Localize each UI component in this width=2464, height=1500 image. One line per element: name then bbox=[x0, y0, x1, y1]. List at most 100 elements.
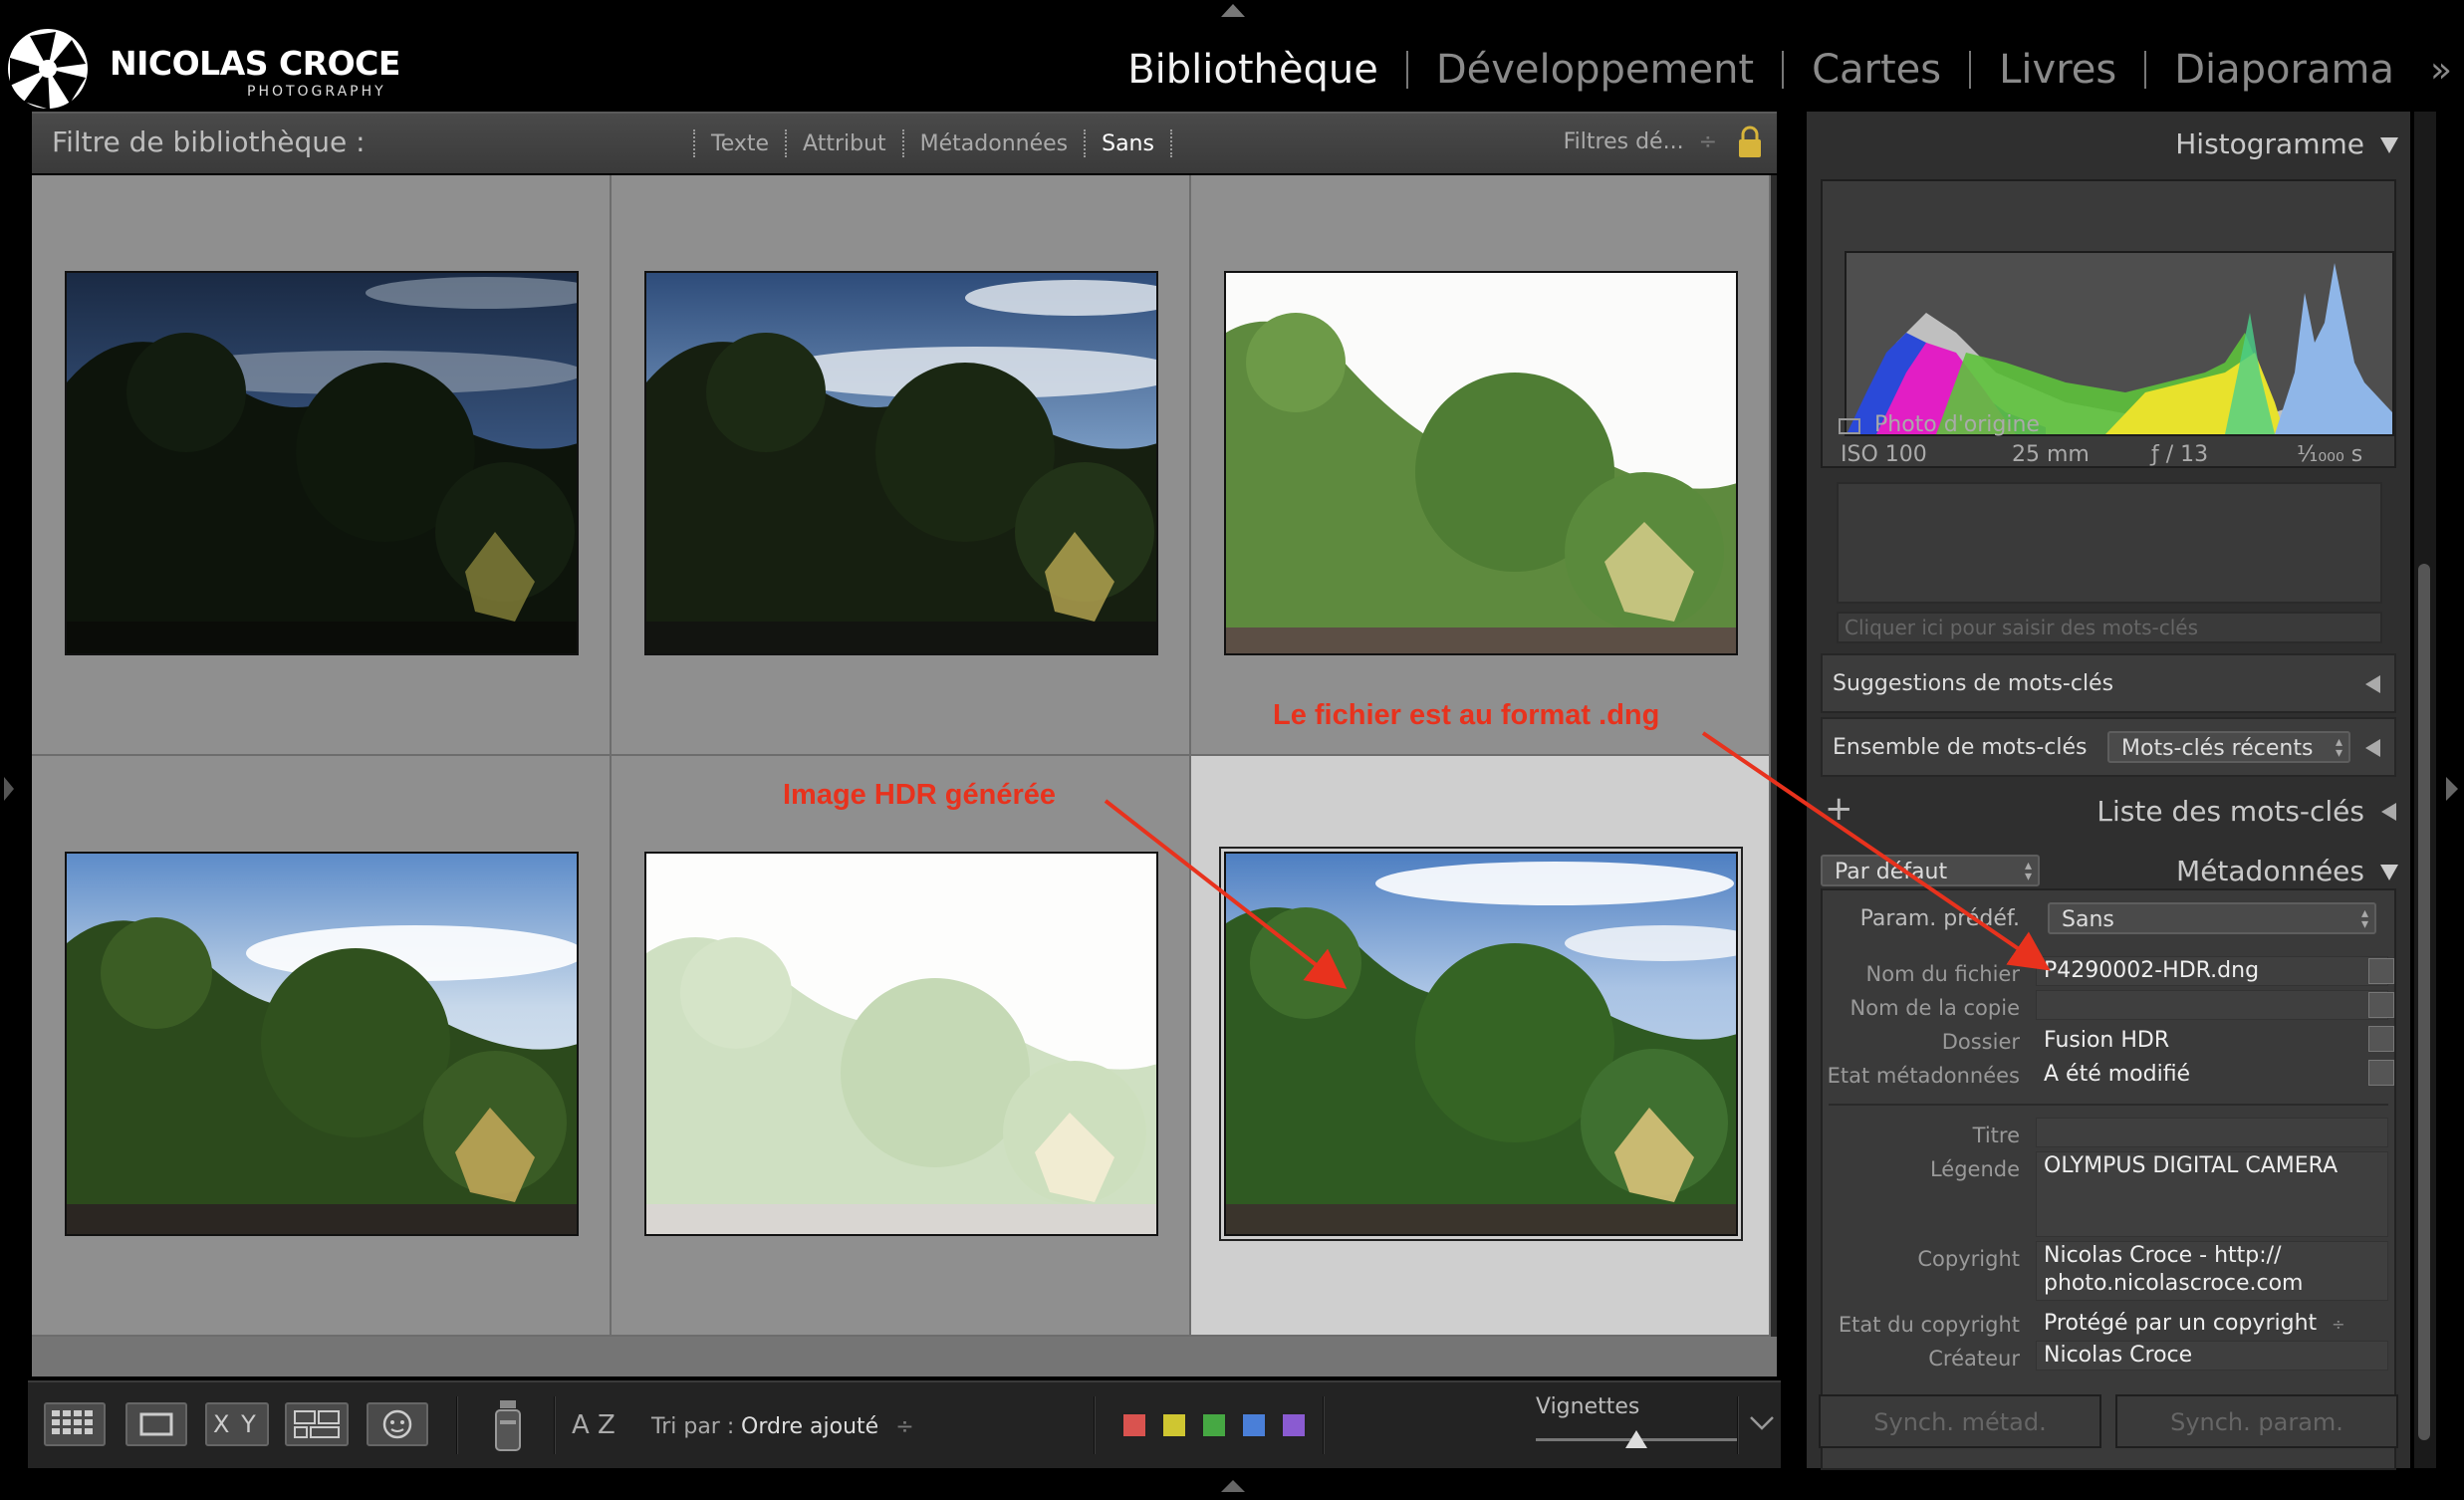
keyword-set-select[interactable]: Mots-clés récents ▴ ▾ bbox=[2107, 731, 2350, 763]
expand-triangle-icon[interactable] bbox=[2365, 675, 2380, 693]
module-library[interactable]: Bibliothèque bbox=[1100, 47, 1406, 93]
expand-triangle-icon[interactable] bbox=[2381, 803, 2396, 821]
copy-name-arrow-icon[interactable] bbox=[2368, 992, 2394, 1018]
photo-thumbnail-hdr[interactable] bbox=[1221, 849, 1741, 1239]
sort-direction-icon[interactable]: A Z bbox=[572, 1410, 616, 1440]
color-label-red[interactable] bbox=[1121, 1412, 1147, 1438]
panel-toggle-top-icon[interactable] bbox=[1221, 4, 1245, 17]
filename-rename-icon[interactable] bbox=[2368, 958, 2394, 984]
copyright-value-line2: photo.nicolascroce.com bbox=[2044, 1271, 2304, 1296]
grid-cell[interactable] bbox=[1191, 175, 1771, 756]
left-panel-toggle-icon[interactable] bbox=[4, 777, 14, 801]
copyright-value-line1: Nicolas Croce - http:// bbox=[2044, 1243, 2282, 1268]
filename-label: Nom du fichier bbox=[1865, 962, 2020, 986]
sort-arrows: ÷ bbox=[895, 1414, 914, 1439]
folder-label: Dossier bbox=[1941, 1030, 2020, 1054]
sync-settings-label: Synch. param. bbox=[2170, 1408, 2343, 1436]
metadata-preset-select[interactable]: Sans ▴ ▾ bbox=[2048, 902, 2376, 934]
folder-value: Fusion HDR bbox=[2044, 1028, 2170, 1053]
right-panel-scrollbar-thumb[interactable] bbox=[2418, 564, 2430, 1440]
metadata-title: Métadonnées bbox=[2176, 855, 2364, 887]
grid-cell[interactable] bbox=[612, 756, 1191, 1337]
grid-cell[interactable] bbox=[32, 175, 612, 756]
metadata-status-icon[interactable] bbox=[2368, 1060, 2394, 1086]
photo-thumbnail[interactable] bbox=[644, 271, 1158, 655]
sync-metadata-label: Synch. métad. bbox=[1873, 1408, 2047, 1436]
add-keyword-icon[interactable]: + bbox=[1825, 789, 1853, 829]
select-arrows-icon: ÷ bbox=[2332, 1315, 2345, 1334]
module-map[interactable]: Cartes bbox=[1784, 47, 1969, 93]
keyword-list-header[interactable]: + Liste des mots-clés bbox=[1807, 783, 2410, 841]
filter-text[interactable]: Texte bbox=[711, 131, 769, 156]
folder-goto-icon[interactable] bbox=[2368, 1026, 2394, 1052]
annotation-hdr-image: Image HDR générée bbox=[783, 779, 1056, 811]
color-label-blue[interactable] bbox=[1241, 1412, 1267, 1438]
grid-view-button[interactable] bbox=[44, 1402, 106, 1446]
filter-none[interactable]: Sans bbox=[1102, 131, 1154, 156]
copy-name-field[interactable] bbox=[2036, 990, 2388, 1020]
survey-view-button[interactable] bbox=[285, 1402, 349, 1446]
module-develop[interactable]: Développement bbox=[1408, 47, 1782, 93]
module-picker: Bibliothèque Développement Cartes Livres… bbox=[1100, 40, 2464, 100]
brand-subtitle: PHOTOGRAPHY bbox=[247, 84, 386, 100]
loupe-view-button[interactable] bbox=[125, 1402, 187, 1446]
title-field[interactable] bbox=[2036, 1118, 2388, 1147]
face-icon bbox=[382, 1409, 412, 1439]
expand-triangle-icon[interactable] bbox=[2365, 739, 2380, 757]
histogram-curves bbox=[1847, 263, 2392, 434]
right-panel-toggle-icon[interactable] bbox=[2446, 777, 2458, 801]
keyword-suggestions-header[interactable]: Suggestions de mots-clés bbox=[1821, 653, 2396, 713]
photo-thumbnail[interactable] bbox=[65, 852, 579, 1236]
keyword-set-value: Mots-clés récents bbox=[2121, 736, 2314, 761]
filter-attribute[interactable]: Attribut bbox=[803, 131, 886, 156]
color-label-purple[interactable] bbox=[1281, 1412, 1307, 1438]
people-view-button[interactable] bbox=[367, 1402, 428, 1446]
metadata-status-value: A été modifié bbox=[2044, 1062, 2191, 1087]
metadata-preset-label: Param. prédéf. bbox=[1859, 906, 2020, 931]
collapse-triangle-icon[interactable] bbox=[2380, 137, 2398, 153]
original-photo-checkbox[interactable] bbox=[1839, 418, 1860, 434]
toolbar-menu-chevron-icon[interactable] bbox=[1749, 1414, 1775, 1432]
select-arrows-icon: ▴ ▾ bbox=[2024, 858, 2032, 884]
lock-icon[interactable] bbox=[1737, 125, 1763, 159]
grid-cell[interactable] bbox=[612, 175, 1191, 756]
filter-metadata[interactable]: Métadonnées bbox=[920, 131, 1068, 156]
grid-scrollbar[interactable] bbox=[1771, 175, 1777, 1337]
grid-cell[interactable] bbox=[32, 756, 612, 1337]
sort-value: Ordre ajouté bbox=[741, 1414, 879, 1439]
copyright-status-select[interactable]: Protégé par un copyright ÷ bbox=[2044, 1311, 2345, 1336]
photo-tree-hdr bbox=[1226, 854, 1736, 1234]
module-slideshow[interactable]: Diaporama bbox=[2146, 47, 2422, 93]
filter-preset-value: Filtres dé... bbox=[1563, 129, 1684, 154]
sync-settings-button[interactable]: Synch. param. bbox=[2115, 1394, 2398, 1448]
toolbar-separator bbox=[1737, 1396, 1739, 1454]
sync-metadata-button[interactable]: Synch. métad. bbox=[1819, 1394, 2101, 1448]
spray-can-icon[interactable] bbox=[488, 1396, 528, 1456]
color-label-yellow[interactable] bbox=[1161, 1412, 1187, 1438]
toolbar-separator bbox=[456, 1396, 458, 1454]
module-book[interactable]: Livres bbox=[1971, 47, 2144, 93]
photo-thumbnail[interactable] bbox=[644, 852, 1158, 1236]
histogram-panel: ISO 100 25 mm ƒ / 13 ¹⁄₁₀₀₀ s Photo d'or… bbox=[1821, 179, 2396, 468]
panel-toggle-bottom-icon[interactable] bbox=[1221, 1480, 1245, 1492]
collapse-triangle-icon[interactable] bbox=[2380, 865, 2398, 880]
metadata-view-select[interactable]: Par défaut ▴ ▾ bbox=[1821, 855, 2040, 886]
toolbar-separator bbox=[1094, 1396, 1096, 1454]
filter-preset-select[interactable]: Filtres dé... ÷ bbox=[1564, 129, 1717, 154]
grid-cell-selected[interactable] bbox=[1191, 756, 1771, 1337]
library-filter-bar: Filtre de bibliothèque : Texte Attribut … bbox=[32, 112, 1777, 173]
compare-view-label: X Y bbox=[213, 1410, 258, 1438]
more-modules-icon[interactable]: » bbox=[2422, 50, 2464, 91]
creator-value: Nicolas Croce bbox=[2044, 1343, 2193, 1368]
histogram-header[interactable]: Histogramme bbox=[1807, 116, 2410, 173]
keyword-entry-input[interactable]: Cliquer ici pour saisir des mots-clés bbox=[1837, 612, 2382, 643]
metadata-panel: Param. prédéf. Sans ▴ ▾ Nom du fichier P4… bbox=[1821, 888, 2396, 1470]
photo-thumbnail[interactable] bbox=[65, 271, 579, 655]
exif-aperture: ƒ / 13 bbox=[2151, 442, 2209, 467]
compare-view-button[interactable]: X Y bbox=[205, 1402, 269, 1446]
color-label-green[interactable] bbox=[1201, 1412, 1227, 1438]
sort-select[interactable]: Ordre ajouté ÷ bbox=[741, 1414, 914, 1439]
thumbnail-size-slider-knob[interactable] bbox=[1625, 1430, 1647, 1448]
photo-thumbnail[interactable] bbox=[1224, 271, 1738, 655]
keywords-textarea[interactable] bbox=[1837, 482, 2382, 604]
